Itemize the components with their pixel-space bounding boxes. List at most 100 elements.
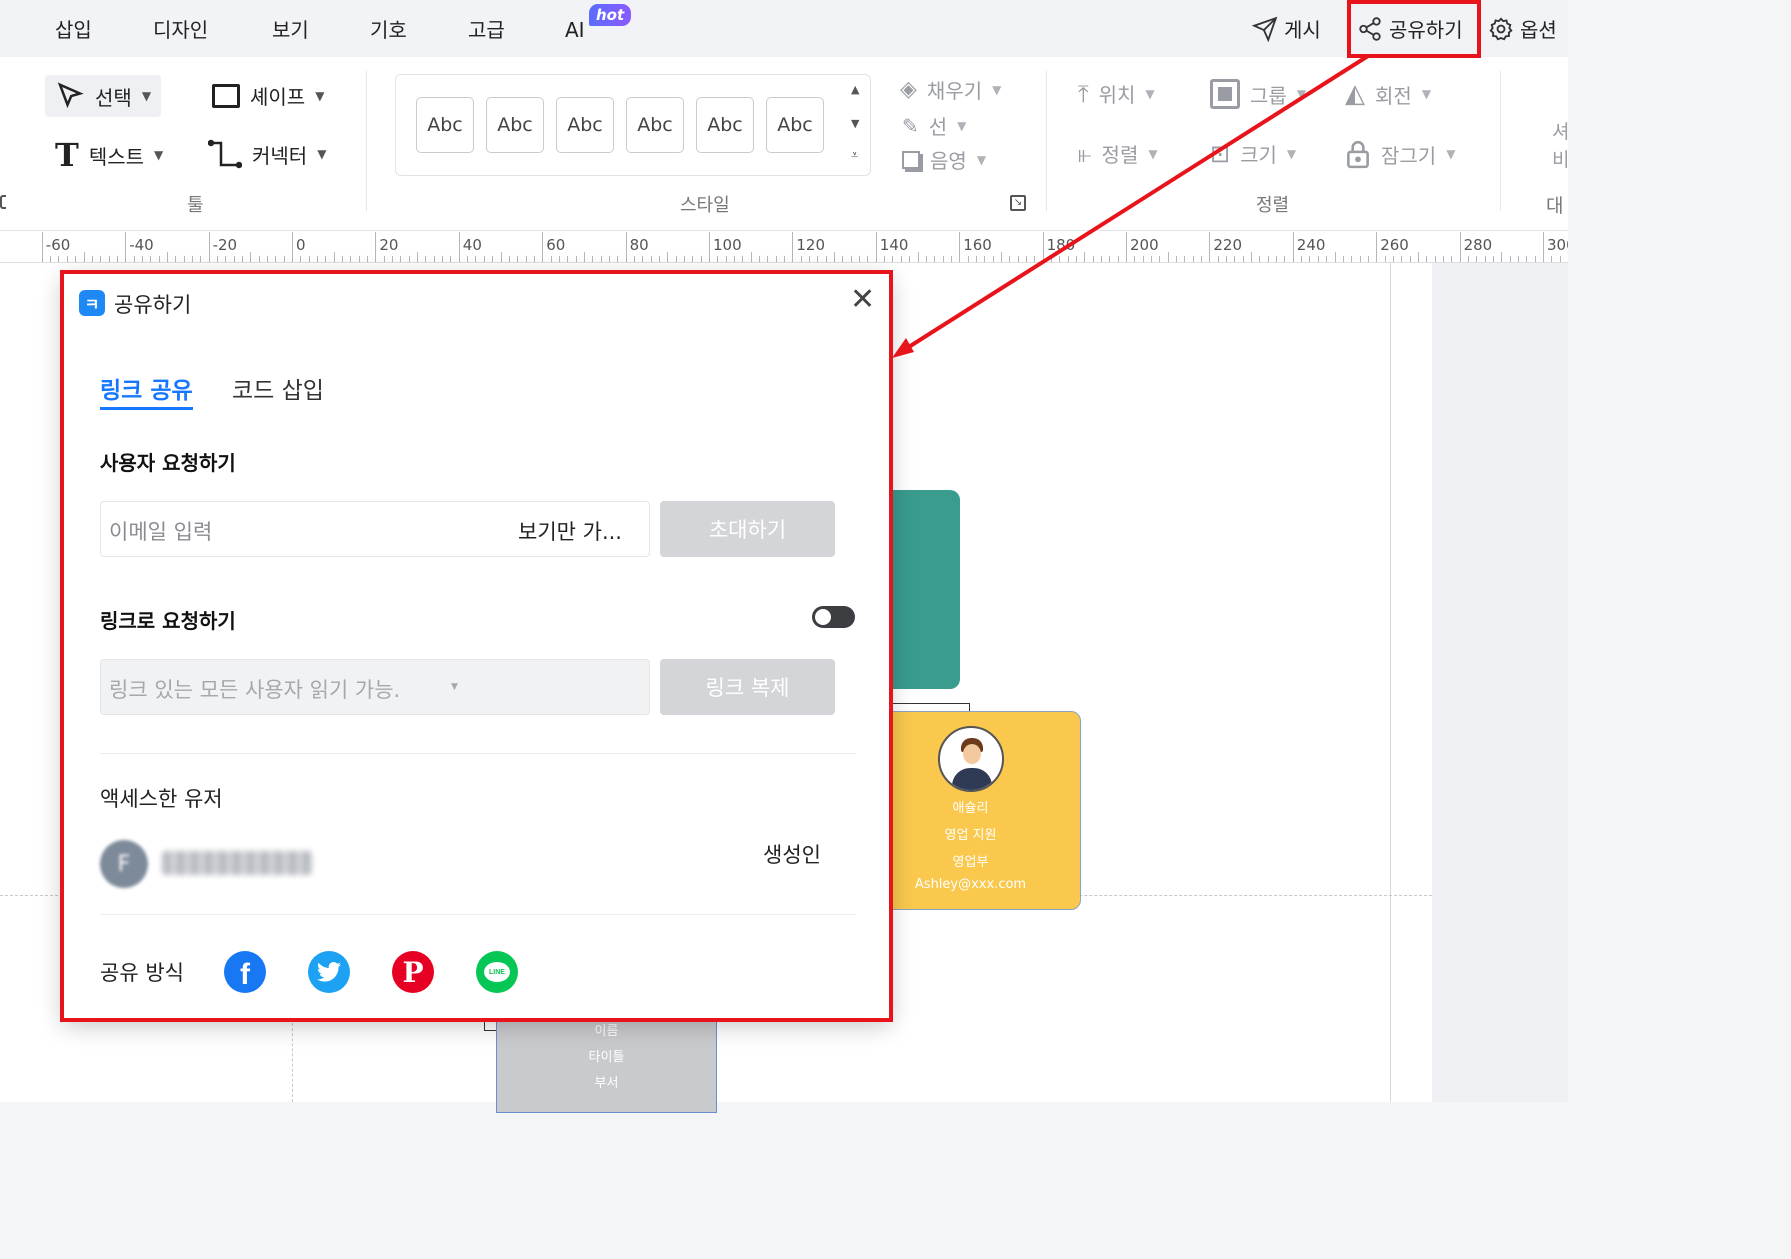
ruler-tick	[383, 256, 385, 262]
ruler-tick	[583, 252, 585, 262]
line-icon[interactable]: LINE	[476, 951, 518, 993]
arrange-group-label: 정렬	[1256, 195, 1290, 216]
shape-tool[interactable]: 셰이프 ▼	[212, 81, 324, 110]
ruler-tick	[558, 256, 560, 262]
cut-off-label: 셔	[1552, 121, 1570, 143]
close-icon[interactable]: ✕	[850, 285, 875, 315]
ruler-tick	[1242, 256, 1244, 262]
hot-badge: hot	[589, 4, 632, 26]
ruler-label: 160	[963, 236, 992, 254]
card-name: 애슐리	[952, 801, 989, 816]
ruler-tick	[166, 252, 168, 262]
chevron-down-icon: ▼	[992, 82, 1002, 97]
options-button[interactable]: 옵션	[1488, 14, 1557, 43]
style-sample[interactable]: Abc	[766, 97, 824, 153]
invite-button[interactable]: 초대하기	[660, 501, 835, 557]
ruler-tick	[1050, 256, 1052, 262]
ruler-tick	[258, 256, 260, 262]
ruler-tick	[75, 256, 77, 262]
link-permission-select[interactable]: 링크 있는 모든 사용자 읽기 가능. ▼	[100, 659, 650, 715]
style-sample[interactable]: Abc	[486, 97, 544, 153]
divider	[100, 914, 856, 915]
share-label: 공유하기	[1389, 18, 1463, 42]
style-sample[interactable]: Abc	[626, 97, 684, 153]
pinterest-icon[interactable]: P	[392, 951, 434, 993]
ruler-tick	[1484, 256, 1486, 262]
ruler-label: 140	[879, 236, 909, 254]
email-invite-field[interactable]: 이메일 입력 보기만 가...	[100, 501, 650, 557]
accessed-users-heading: 액세스한 유저	[100, 787, 223, 811]
twitter-icon[interactable]	[308, 951, 350, 993]
share-button[interactable]: 공유하기	[1357, 14, 1463, 43]
menu-view[interactable]: 보기	[272, 14, 309, 43]
chevron-down-icon: ▼	[317, 147, 327, 161]
expand-gallery-icon[interactable]: ⩡	[851, 149, 858, 162]
ruler-tick	[325, 256, 327, 262]
ruler-tick	[950, 256, 952, 262]
ruler-tick	[1209, 232, 1211, 262]
ruler-tick	[934, 256, 936, 262]
line-button[interactable]: ✎ 선 ▼	[902, 111, 966, 140]
ruler-tick	[1526, 256, 1528, 262]
ruler-tick	[1092, 256, 1094, 262]
rotate-button[interactable]: ◭ 회전 ▼	[1345, 79, 1431, 109]
tab-link-share[interactable]: 링크 공유	[100, 371, 193, 410]
ruler-tick	[1509, 256, 1511, 262]
fill-label: 채우기	[926, 79, 983, 103]
group-button[interactable]: 그룹 ▼	[1210, 79, 1306, 109]
ruler-tick	[1384, 256, 1386, 262]
card-dept: 부서	[594, 1076, 619, 1091]
style-sample[interactable]: Abc	[556, 97, 614, 153]
text-tool[interactable]: T 텍스트 ▼	[55, 139, 163, 171]
chevron-down-icon: ▼	[1145, 86, 1155, 101]
ruler-label: 20	[379, 236, 399, 254]
ruler-tick	[1075, 256, 1077, 262]
ruler-label: 120	[796, 236, 826, 254]
ruler-label: 300	[1547, 236, 1568, 254]
scroll-down-icon[interactable]: ▼	[851, 117, 859, 130]
align-button[interactable]: ⫦ 정렬 ▼	[1078, 139, 1158, 168]
ruler-tick	[775, 256, 777, 262]
ruler-tick	[875, 232, 877, 262]
publish-label: 게시	[1284, 18, 1321, 42]
ruler-tick	[400, 256, 402, 262]
org-card-ashley[interactable]: 애슐리 영업 지원 영업부 Ashley@xxx.com	[860, 711, 1081, 910]
ruler-tick	[725, 256, 727, 262]
position-button[interactable]: ⤒ 위치 ▼	[1078, 79, 1155, 108]
ruler-tick	[175, 256, 177, 262]
facebook-icon[interactable]: f	[224, 951, 266, 993]
ruler-tick	[200, 256, 202, 262]
ruler-tick	[525, 256, 527, 262]
menu-insert[interactable]: 삽입	[55, 14, 92, 43]
tab-embed-code[interactable]: 코드 삽입	[232, 371, 324, 405]
copy-link-button[interactable]: 링크 복제	[660, 659, 835, 715]
menu-advanced[interactable]: 고급	[468, 14, 505, 43]
ruler-tick	[975, 256, 977, 262]
style-settings-icon[interactable]: ↘	[1010, 195, 1026, 211]
menu-ai[interactable]: AI	[565, 18, 585, 42]
publish-button[interactable]: 게시	[1252, 14, 1321, 43]
position-label: 위치	[1098, 83, 1136, 107]
ruler-tick	[216, 256, 218, 262]
fill-button[interactable]: ◈ 채우기 ▼	[900, 75, 1001, 104]
ruler-tick	[250, 252, 252, 262]
ruler-tick	[241, 256, 243, 262]
style-sample[interactable]: Abc	[696, 97, 754, 153]
pointer-icon	[57, 82, 84, 109]
style-sample[interactable]: Abc	[416, 97, 474, 153]
menu-design[interactable]: 디자인	[153, 14, 208, 43]
ruler-tick	[608, 256, 610, 262]
ruler-tick	[533, 256, 535, 262]
lock-button[interactable]: 잠그기 ▼	[1345, 139, 1455, 169]
ruler-tick	[1401, 256, 1403, 262]
permission-select[interactable]: 보기만 가...	[518, 516, 622, 546]
menu-symbol[interactable]: 기호	[370, 14, 407, 43]
scroll-up-icon[interactable]: ▲	[851, 83, 859, 96]
link-sharing-toggle[interactable]	[812, 606, 855, 628]
shadow-button[interactable]: 음영 ▼	[902, 145, 986, 174]
select-tool[interactable]: 선택 ▼	[45, 75, 162, 117]
ruler-tick	[1192, 256, 1194, 262]
connector-tool[interactable]: 커넥터 ▼	[208, 139, 326, 169]
ruler-tick	[125, 232, 127, 262]
size-button[interactable]: ⊡ 크기 ▼	[1210, 139, 1296, 168]
